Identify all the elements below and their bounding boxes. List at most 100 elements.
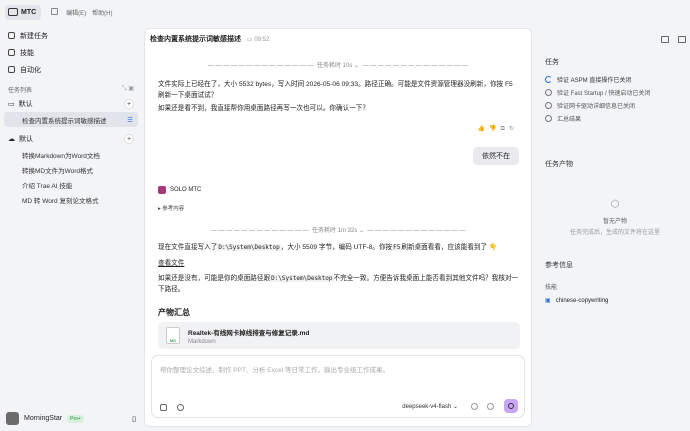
reference-toggle[interactable]: ▸ 参考内容	[158, 204, 184, 212]
model-name: deepseek-v4-flash	[402, 404, 452, 410]
task-item[interactable]: 转换Markdown为Word文档	[4, 147, 138, 162]
pending-icon	[545, 102, 552, 109]
app-switcher[interactable]: MTC	[5, 4, 42, 20]
outputs-title: 任务产物	[545, 161, 573, 168]
send-button[interactable]	[504, 399, 518, 413]
nav-new-task[interactable]: 新建任务	[0, 27, 142, 44]
automation-icon	[8, 66, 15, 73]
model-selector[interactable]: deepseek-v4-flash ⌄	[402, 403, 458, 410]
add-task-button[interactable]: +	[124, 134, 134, 144]
group-default-2[interactable]: ☁ 默认 +	[0, 131, 142, 147]
path-code: D:\System\Desktop	[217, 244, 281, 251]
window-icon	[8, 8, 18, 16]
ref-title: 参考信息	[545, 262, 573, 269]
todo-label: 汇总结果	[557, 117, 582, 123]
time-text: 09:52	[254, 36, 270, 43]
duration-divider: — — — — — — — — — — — — — 任务耗时 1m 32s ⌄ …	[210, 228, 466, 234]
new-task-icon	[8, 32, 15, 39]
nav-label: 新建任务	[20, 32, 48, 40]
chat-input[interactable]: 帮你整理论文综述、制作 PPT、分析 Excel 等日常工作，输出专业级工作成果…	[151, 355, 525, 418]
todo-item: 验证 Fast Startup / 快速启动已关闭	[545, 86, 685, 99]
duration-text: 任务耗时 1m 32s	[311, 228, 358, 234]
app-window: MTC 编辑(E) 帮助(H) 新建任务 技能 自动化 任务列表 ⤡ ▣ ▭ 默认 +…	[0, 0, 690, 431]
todo-item: 验证 ASPM 直接操作已关闭	[545, 73, 685, 86]
pending-icon	[545, 89, 552, 96]
sidebar: 新建任务 技能 自动化 任务列表 ⤡ ▣ ▭ 默认 + 检查内置系统提示词敏感描述 ☰ …	[0, 24, 142, 431]
assistant-message: 如果还是看不到，我直接帮你用桌面路径再写一次也可以。你确认一下？	[158, 105, 369, 112]
assistant-message: 如果还是没有，可能是你的桌面路径跟D:\System\Desktop不完全一致。…	[158, 273, 520, 295]
attach-mode-icon[interactable]	[160, 404, 167, 411]
group-label: 默认	[18, 101, 33, 108]
sidebar-toggle-icon[interactable]	[51, 7, 59, 15]
task-item[interactable]: 转换MD文件为Word格式	[4, 162, 138, 177]
text: 刷新桌面看看，应该能看到了 👇	[401, 244, 498, 251]
skill-item[interactable]: ▣ chinese-copywriting	[545, 297, 685, 305]
plan-badge: Pro+	[67, 414, 84, 423]
task-item-active[interactable]: 检查内置系统提示词敏感描述 ☰	[4, 112, 138, 127]
menu-help[interactable]: 帮助(H)	[92, 8, 112, 17]
book-icon: ▣	[545, 298, 551, 304]
user-profile[interactable]: MorningStar Pro+ ▯	[6, 412, 136, 425]
mic-icon[interactable]	[487, 403, 494, 410]
text: 现在文件直接写入了	[158, 244, 218, 251]
message-actions[interactable]: 👍👎⧉↻	[478, 125, 518, 133]
list-icon[interactable]: ☰	[127, 116, 133, 124]
input-tools	[160, 404, 184, 411]
right-panel: 任务 验证 ASPM 直接操作已关闭 验证 Fast Startup / 快速启…	[538, 28, 690, 428]
group-default-1[interactable]: ▭ 默认 +	[0, 96, 142, 112]
nav-label: 自动化	[20, 66, 41, 74]
title-bar: MTC 编辑(E) 帮助(H)	[0, 0, 690, 24]
input-placeholder: 帮你整理论文综述、制作 PPT、分析 Excel 等日常工作，输出专业级工作成果…	[160, 367, 389, 374]
task-item[interactable]: 介绍 Trae AI 技能	[4, 177, 138, 192]
skills-icon	[8, 49, 15, 56]
chat-panel: 检查内置系统提示词敏感描述 ▭ 09:52 — — — — — — — — — …	[144, 28, 532, 427]
task-item[interactable]: MD 转 Word 复刻论文格式	[4, 192, 138, 207]
cloud-icon: ☁	[8, 136, 15, 143]
text: ，大小 5509 字节，编码 UTF-8。你按	[280, 244, 393, 251]
agent-name: SOLO MTC	[170, 187, 202, 193]
assistant-message: 文件实际上已经在了，大小 5532 bytes，写入时间 2026-05-06 …	[158, 81, 513, 99]
add-task-button[interactable]: +	[124, 99, 134, 109]
empty-box-icon: ⬡	[610, 199, 620, 210]
skill-name: chinese-copywriting	[555, 297, 609, 304]
chat-header: 检查内置系统提示词敏感描述 ▭ 09:52	[145, 29, 531, 49]
file-card[interactable]: MD Realtek-有线网卡掉线排查与修复记录.md Markdown	[158, 322, 520, 349]
collapse-icon[interactable]: ⤡ ▣	[122, 85, 134, 93]
todo-label: 验证 Fast Startup / 快速启动已关闭	[557, 91, 651, 97]
todos-title: 任务	[545, 59, 559, 66]
at-icon[interactable]	[471, 403, 478, 410]
avatar	[6, 412, 19, 425]
user-message: 依然不在	[473, 147, 519, 165]
todo-item: 验证网卡驱动详细信息已关闭	[545, 99, 685, 112]
file-type: Markdown	[188, 338, 216, 345]
path-code: D:\System\Desktop	[270, 275, 334, 282]
panel-toggle-icon[interactable]	[678, 36, 686, 43]
empty-subtitle: 任务完成后，生成的文件将在这里	[569, 230, 660, 236]
in-progress-icon	[545, 76, 552, 83]
paperclip-icon[interactable]	[177, 404, 184, 411]
task-todos: 任务 验证 ASPM 直接操作已关闭 验证 Fast Startup / 快速启…	[545, 57, 685, 125]
nav-label: 技能	[20, 49, 34, 57]
agent-label: SOLO MTC	[158, 186, 201, 194]
panel-controls	[661, 36, 686, 43]
task-label: 检查内置系统提示词敏感描述	[22, 117, 107, 125]
terminal-icon[interactable]	[661, 36, 669, 43]
todo-item: 汇总结果	[545, 112, 685, 125]
output-summary-title: 产物汇总	[158, 308, 190, 317]
markdown-file-icon: MD	[166, 327, 180, 344]
task-label: 介绍 Trae AI 技能	[22, 182, 73, 190]
view-file-link[interactable]: 查看文件	[158, 258, 520, 269]
reference-info: 参考信息 技能 ▣ chinese-copywriting	[545, 260, 685, 304]
phone-icon[interactable]: ▯	[132, 415, 136, 423]
task-title: 检查内置系统提示词敏感描述	[150, 36, 241, 43]
timestamp: ▭ 09:52	[247, 36, 270, 43]
assistant-message: 现在文件直接写入了D:\System\Desktop，大小 5509 字节，编码…	[158, 242, 520, 253]
task-list-header: 任务列表 ⤡ ▣	[0, 82, 142, 96]
app-name: MTC	[21, 8, 37, 16]
nav-automation[interactable]: 自动化	[0, 61, 142, 78]
task-label: 转换MD文件为Word格式	[22, 167, 94, 175]
nav-skills[interactable]: 技能	[0, 44, 142, 61]
menu-edit[interactable]: 编辑(E)	[66, 8, 86, 17]
folder-icon: ▭	[8, 101, 15, 108]
duration-text: 任务耗时 10s	[316, 63, 353, 69]
